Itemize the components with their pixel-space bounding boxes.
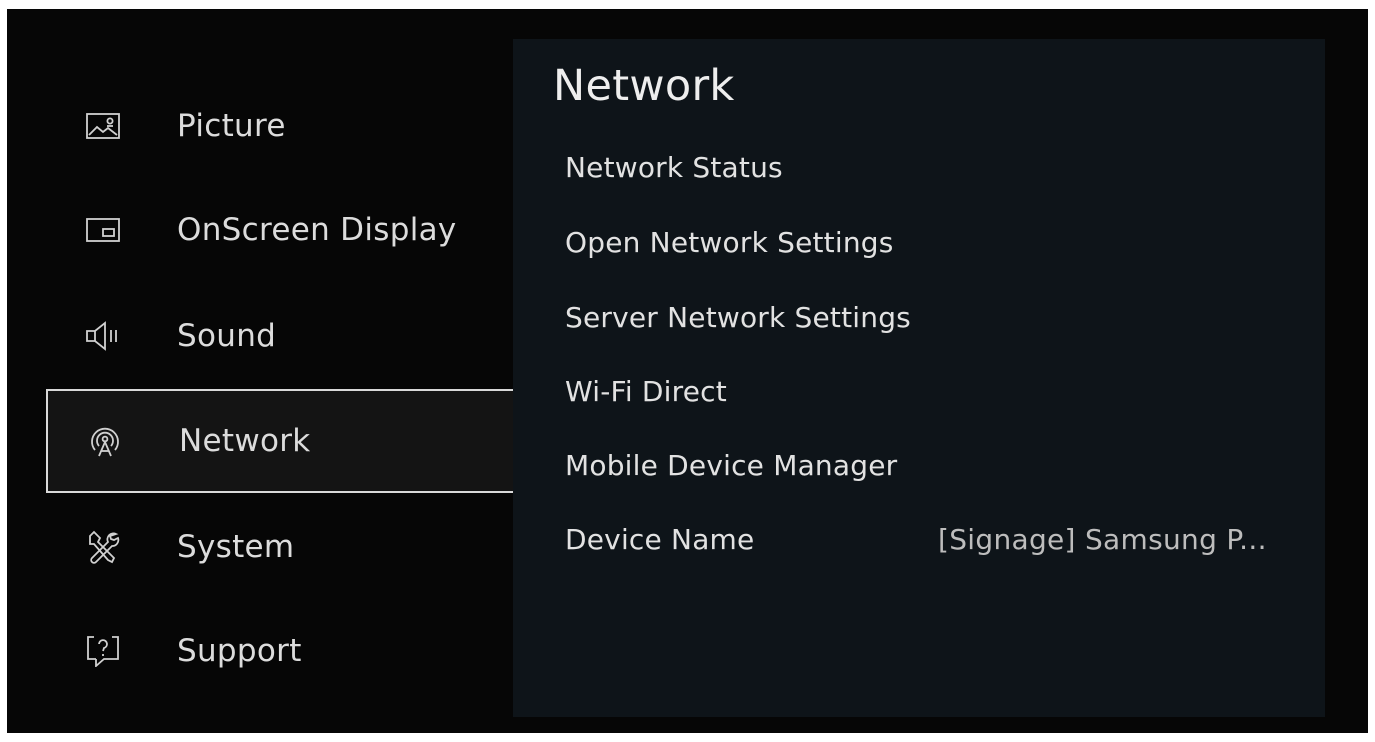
sidebar-item-sound[interactable]: Sound [46, 284, 515, 388]
picture-icon [85, 109, 121, 143]
tools-icon [85, 530, 121, 564]
menu-item-open-network-settings[interactable]: Open Network Settings [565, 226, 894, 259]
sidebar-item-picture[interactable]: Picture [46, 74, 515, 178]
sidebar-item-label: OnScreen Display [177, 212, 457, 248]
menu-item-server-network-settings[interactable]: Server Network Settings [565, 301, 911, 334]
menu-item-network-status[interactable]: Network Status [565, 151, 783, 184]
network-antenna-icon [87, 424, 123, 458]
help-bubble-icon [85, 634, 121, 668]
network-panel: Network Network Status Open Network Sett… [513, 39, 1325, 717]
sidebar-item-network[interactable]: Network [46, 389, 515, 493]
sidebar-item-onscreen-display[interactable]: OnScreen Display [46, 178, 515, 282]
sidebar-item-label: Picture [177, 108, 286, 144]
sidebar-item-label: Support [177, 633, 302, 669]
menu-item-wifi-direct[interactable]: Wi-Fi Direct [565, 375, 727, 408]
sidebar-item-support[interactable]: Support [46, 599, 515, 703]
sidebar-item-system[interactable]: System [46, 495, 515, 599]
speaker-icon [85, 319, 121, 353]
onscreen-display-icon [85, 213, 121, 247]
tv-screen: Picture OnScreen Display Sound Network S… [7, 9, 1368, 733]
menu-item-device-name[interactable]: Device Name [565, 523, 754, 556]
sidebar-item-label: Sound [177, 318, 277, 354]
page-title: Network [553, 61, 735, 111]
settings-sidebar: Picture OnScreen Display Sound Network S… [46, 44, 515, 717]
sidebar-item-label: Network [179, 423, 311, 459]
menu-item-mobile-device-manager[interactable]: Mobile Device Manager [565, 449, 897, 482]
sidebar-item-label: System [177, 529, 295, 565]
device-name-value: [Signage] Samsung P... [938, 523, 1267, 556]
